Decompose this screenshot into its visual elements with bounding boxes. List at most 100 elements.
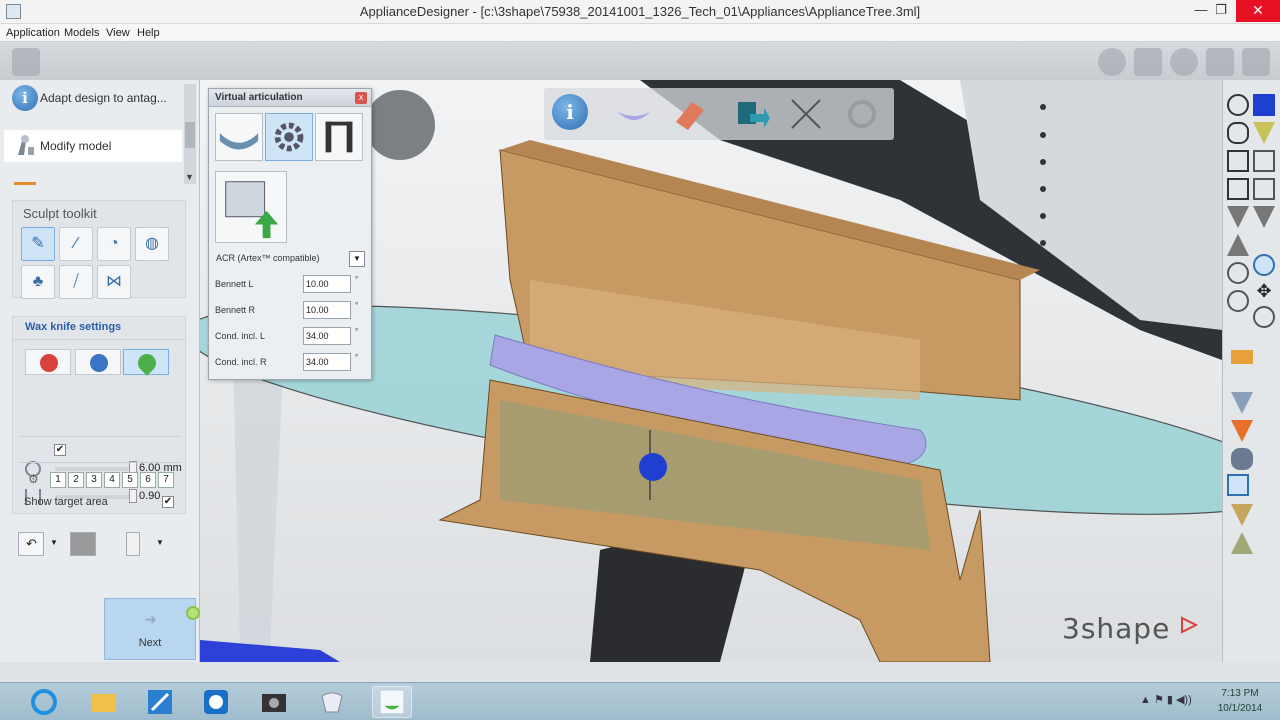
chevron-down-icon[interactable]: ▼ [185, 172, 194, 182]
info-tool[interactable]: i [552, 94, 592, 134]
chevron-down-icon[interactable]: ▼ [349, 251, 365, 267]
slider-dot[interactable] [1040, 132, 1046, 138]
menu-view[interactable]: View [106, 27, 130, 39]
export-icon[interactable] [730, 94, 770, 134]
cond-incl-r-input[interactable]: 34.00 [303, 353, 351, 371]
number-2[interactable]: 2 [68, 472, 84, 488]
chevron-down-icon[interactable]: ▼ [156, 538, 164, 547]
slider-dot[interactable] [1040, 240, 1046, 246]
number-6[interactable]: 6 [140, 472, 156, 488]
view-left-icon[interactable] [1227, 150, 1249, 172]
articulator-view-button[interactable] [315, 113, 363, 161]
show-target-checkbox[interactable]: ✔ [162, 496, 174, 508]
view-tooth-icon[interactable] [1227, 206, 1249, 228]
color-button[interactable] [70, 532, 96, 556]
zoom-icon[interactable] [1227, 262, 1249, 284]
view-front-icon[interactable] [1227, 94, 1249, 116]
option-checkbox[interactable]: ✔ [54, 444, 66, 456]
cond-incl-l-input[interactable]: 34.00 [303, 327, 351, 345]
view-bottom-icon[interactable] [1253, 122, 1275, 144]
articulator-settings-button[interactable] [265, 113, 313, 161]
cube-icon[interactable] [1206, 48, 1234, 76]
wax-knife-tool[interactable]: ✎ [21, 227, 55, 261]
refresh-icon[interactable] [1227, 290, 1249, 312]
model-visibility-icon[interactable] [1231, 392, 1253, 414]
slider-dot[interactable] [1040, 213, 1046, 219]
scroll-thumb[interactable] [185, 122, 195, 148]
view-shade-icon[interactable] [1253, 206, 1275, 228]
rotate-icon[interactable] [1253, 254, 1275, 276]
zoom-in-icon[interactable] [1253, 306, 1275, 328]
plane-visibility-icon[interactable] [1227, 474, 1249, 496]
number-7[interactable]: 7 [158, 472, 174, 488]
eraser-icon[interactable] [670, 94, 710, 134]
slider-dot[interactable] [1040, 159, 1046, 165]
line-tool[interactable]: ⁄ [59, 227, 93, 261]
number-4[interactable]: 4 [104, 472, 120, 488]
teamviewer-icon[interactable] [196, 686, 236, 718]
slider-dot[interactable] [1040, 186, 1046, 192]
shape-tool[interactable]: ♣ [21, 265, 55, 299]
step-adapt-design[interactable]: i Adapt design to antag... [4, 82, 182, 114]
view-copy-icon[interactable] [1253, 150, 1275, 172]
radius-slider[interactable] [55, 467, 135, 471]
settings-icon[interactable] [842, 94, 882, 134]
dialog-close-button[interactable]: x [355, 92, 367, 104]
upper-jaw-icon[interactable] [1231, 420, 1253, 442]
antagonist-icon[interactable] [1231, 532, 1253, 554]
menu-application[interactable]: Application [6, 27, 60, 39]
chevron-down-icon[interactable]: ▼ [50, 538, 58, 547]
dialog-header[interactable]: Virtual articulation x [209, 89, 371, 107]
box-view-icon[interactable] [1134, 48, 1162, 76]
morph-tool[interactable]: ◍ [135, 227, 169, 261]
view-top-icon[interactable] [1227, 122, 1249, 144]
slider-dot[interactable] [1040, 104, 1046, 110]
menu-help[interactable]: Help [137, 27, 160, 39]
splint-visibility-icon[interactable] [1231, 448, 1253, 470]
lower-jaw-icon[interactable] [1231, 504, 1253, 526]
internet-explorer-icon[interactable] [24, 686, 64, 718]
undo-button[interactable]: ↶ [18, 532, 44, 556]
file-explorer-icon[interactable] [84, 686, 124, 718]
sphere-view-icon[interactable] [1098, 48, 1126, 76]
mount-upload-button[interactable] [215, 171, 287, 243]
number-5[interactable]: 5 [122, 472, 138, 488]
smooth-tool[interactable]: ◔ [97, 227, 131, 261]
pan-icon[interactable]: ✥ [1253, 280, 1275, 302]
home-icon[interactable] [12, 48, 40, 76]
restore-button[interactable]: ❐ [1204, 0, 1238, 22]
view-right-icon[interactable] [1227, 178, 1249, 200]
next-button[interactable]: ➜ Next [104, 598, 196, 660]
view-color-icon[interactable] [1253, 94, 1275, 116]
remove-material-button[interactable] [75, 349, 121, 375]
feather-app-icon[interactable] [140, 686, 180, 718]
jaw-motion-button[interactable] [215, 113, 263, 161]
articulator-type-select[interactable]: ACR (Artex™ compatible) [215, 251, 351, 267]
step-modify-model[interactable]: Modify model [4, 130, 182, 162]
menu-models[interactable]: Models [64, 27, 99, 39]
bennett-l-input[interactable]: 10.00 [303, 275, 351, 293]
cut-icon[interactable] [786, 94, 826, 134]
system-tray-icons[interactable]: ▲ ⚑ ▮ ◀)) [1140, 693, 1192, 706]
transparency-button[interactable] [126, 532, 140, 556]
steps-scrollbar[interactable] [184, 84, 196, 184]
view-frame-icon[interactable] [1253, 178, 1275, 200]
number-3[interactable]: 3 [86, 472, 102, 488]
view-arch-icon[interactable] [1227, 234, 1249, 256]
spread-tool[interactable]: ⋈ [97, 265, 131, 299]
splint-view-icon[interactable] [614, 94, 654, 134]
panel-icon[interactable] [1242, 48, 1270, 76]
number-1[interactable]: 1 [50, 472, 66, 488]
strength-slider-knob[interactable] [129, 489, 137, 503]
add-material-button[interactable] [25, 349, 71, 375]
tube-tool[interactable]: ⧸ [59, 265, 93, 299]
dental-system-icon[interactable] [312, 686, 352, 718]
taskbar-clock[interactable]: 7:13 PM 10/1/2014 [1205, 686, 1275, 716]
appliance-designer-taskbar-icon[interactable] [372, 686, 412, 718]
smooth-material-button[interactable] [123, 349, 169, 376]
camera-app-icon[interactable] [254, 686, 294, 718]
folder-icon[interactable] [1231, 350, 1253, 364]
bennett-r-input[interactable]: 10.00 [303, 301, 351, 319]
network-icon[interactable] [1170, 48, 1198, 76]
close-button[interactable]: ✕ [1236, 0, 1280, 22]
